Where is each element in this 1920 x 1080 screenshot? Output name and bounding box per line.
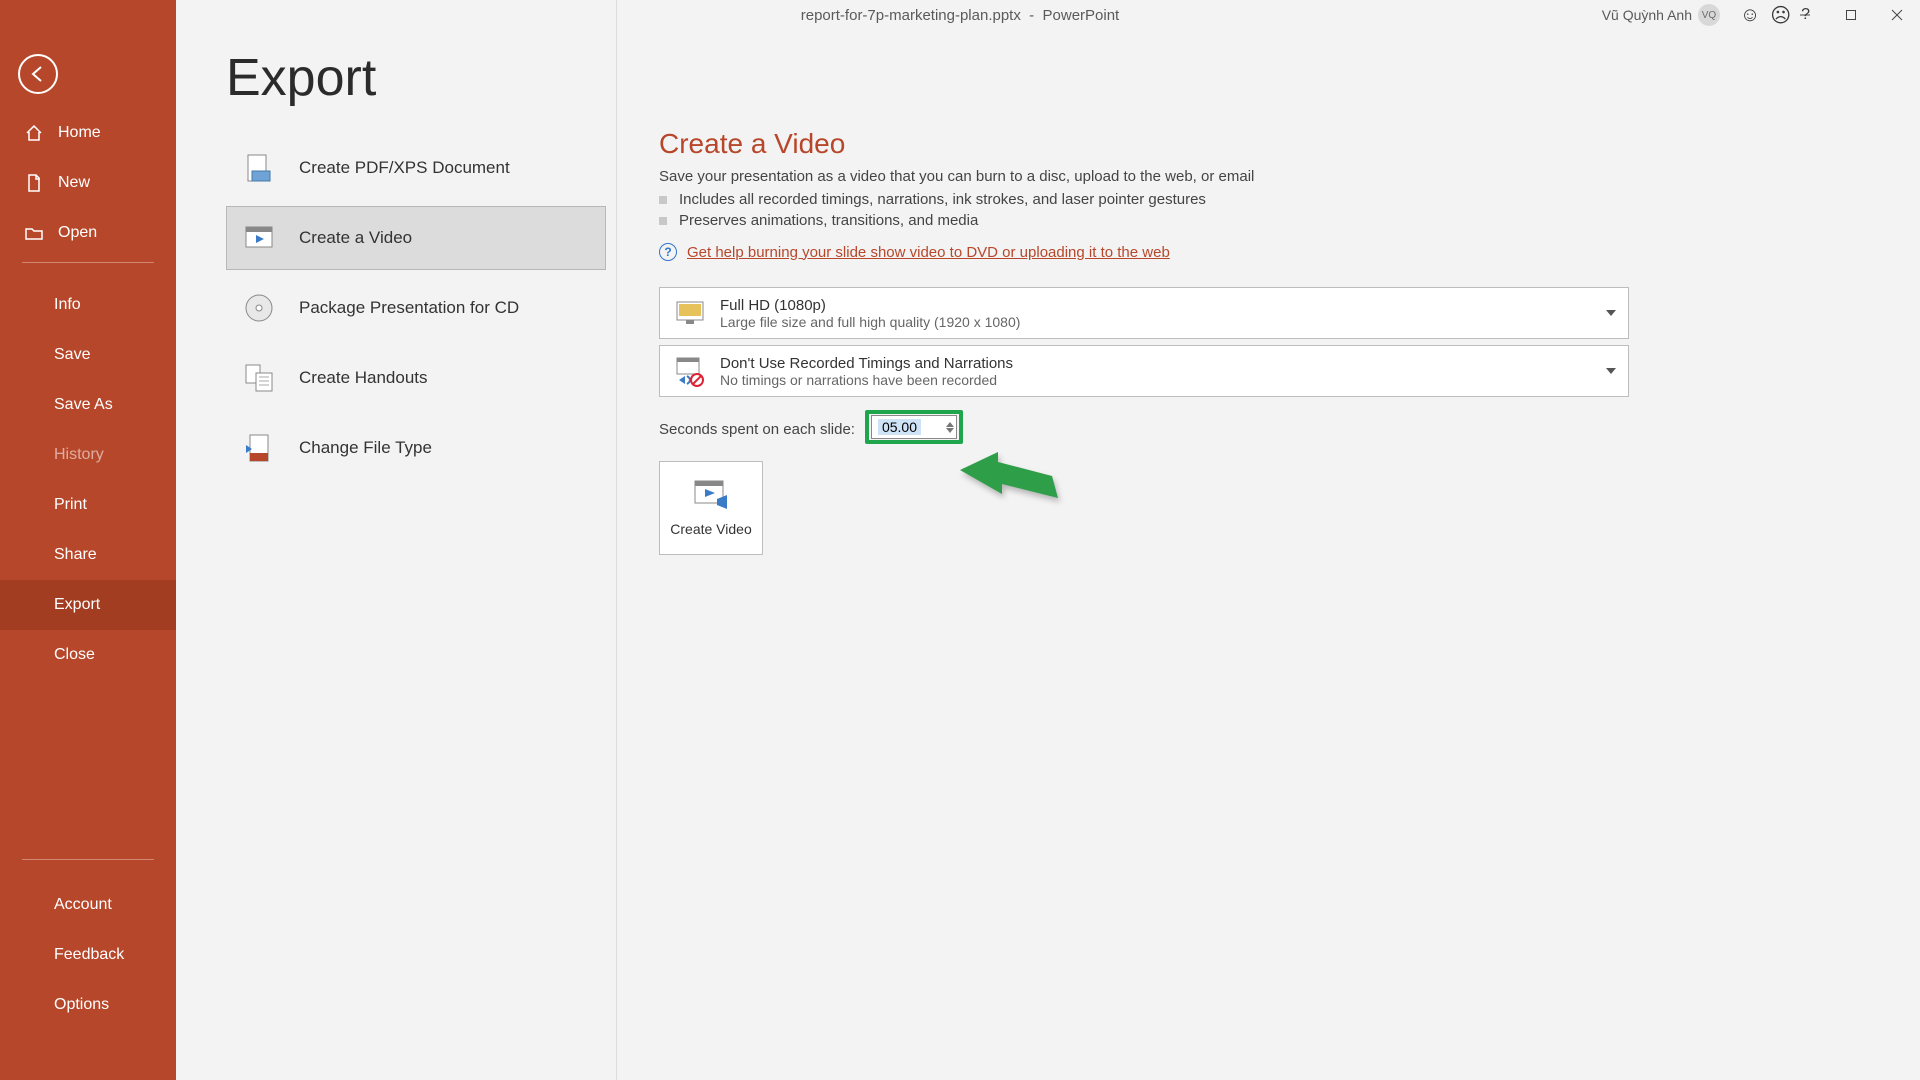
sidebar-item-label: Options xyxy=(54,996,109,1014)
export-option-pdf[interactable]: Create PDF/XPS Document xyxy=(226,136,606,200)
sidebar-separator xyxy=(22,859,154,860)
sidebar-item-label: History xyxy=(54,446,104,464)
sidebar-item-save-as[interactable]: Save As xyxy=(0,380,176,430)
export-options-column: Export Create PDF/XPS Document Create a … xyxy=(176,0,616,1080)
sidebar-item-label: Save xyxy=(54,346,90,364)
pane-heading: Create a Video xyxy=(659,128,1840,160)
sidebar-item-home[interactable]: Home xyxy=(0,108,176,158)
export-option-cd[interactable]: Package Presentation for CD xyxy=(226,276,606,340)
sidebar-item-label: Close xyxy=(54,646,95,664)
handout-icon xyxy=(241,360,277,396)
sidebar-item-close[interactable]: Close xyxy=(0,630,176,680)
sidebar-item-info[interactable]: Info xyxy=(0,280,176,330)
sidebar-item-label: Feedback xyxy=(54,946,124,964)
export-option-label: Change File Type xyxy=(299,438,432,458)
sidebar-item-history: History xyxy=(0,430,176,480)
sidebar-item-options[interactable]: Options xyxy=(0,980,176,1030)
export-option-label: Create Handouts xyxy=(299,368,428,388)
export-option-video[interactable]: Create a Video xyxy=(226,206,606,270)
sidebar-item-label: Open xyxy=(58,224,97,242)
narration-icon xyxy=(670,351,710,391)
seconds-per-slide-spinner[interactable]: 05.00 xyxy=(871,415,957,439)
sidebar-item-new[interactable]: New xyxy=(0,158,176,208)
home-icon xyxy=(24,123,44,143)
sidebar-item-print[interactable]: Print xyxy=(0,480,176,530)
pane-bullet: Includes all recorded timings, narration… xyxy=(659,191,1840,208)
backstage-sidebar: Home New Open Info Save Save As History … xyxy=(0,0,176,1080)
cd-icon xyxy=(241,290,277,326)
dropdown-title: Don't Use Recorded Timings and Narration… xyxy=(720,355,1013,372)
sidebar-item-label: New xyxy=(58,174,90,192)
sidebar-item-label: Export xyxy=(54,596,100,614)
help-info-icon: ? xyxy=(659,243,677,261)
export-option-filetype[interactable]: Change File Type xyxy=(226,416,606,480)
sidebar-item-save[interactable]: Save xyxy=(0,330,176,380)
chevron-down-icon xyxy=(1606,310,1616,316)
sidebar-item-feedback[interactable]: Feedback xyxy=(0,930,176,980)
sidebar-item-label: Share xyxy=(54,546,97,564)
video-icon xyxy=(241,220,277,256)
pane-bullet: Preserves animations, transitions, and m… xyxy=(659,212,1840,229)
sidebar-item-label: Home xyxy=(58,124,101,142)
avatar: VQ xyxy=(1698,4,1720,26)
sidebar-item-label: Print xyxy=(54,496,87,514)
page-title: Export xyxy=(226,48,376,108)
folder-open-icon xyxy=(24,223,44,243)
dropdown-subtitle: No timings or narrations have been recor… xyxy=(720,372,1013,388)
export-option-label: Package Presentation for CD xyxy=(299,298,519,318)
chevron-down-icon xyxy=(1606,368,1616,374)
window-close-button[interactable] xyxy=(1874,0,1920,30)
user-account-area[interactable]: Vũ Quỳnh Anh VQ xyxy=(1602,0,1720,30)
sidebar-item-label: Save As xyxy=(54,396,113,414)
window-minimize-button[interactable] xyxy=(1782,0,1828,30)
seconds-value: 05.00 xyxy=(878,419,921,435)
pane-description: Save your presentation as a video that y… xyxy=(659,168,1840,185)
sidebar-item-label: Info xyxy=(54,296,81,314)
video-quality-dropdown[interactable]: Full HD (1080p) Large file size and full… xyxy=(659,287,1629,339)
create-video-label: Create Video xyxy=(670,521,751,538)
export-option-label: Create PDF/XPS Document xyxy=(299,158,510,178)
export-option-label: Create a Video xyxy=(299,228,412,248)
annotation-arrow-icon xyxy=(960,450,1060,520)
monitor-icon xyxy=(670,293,710,333)
window-title: report-for-7p-marketing-plan.pptx - Powe… xyxy=(801,7,1119,24)
seconds-label: Seconds spent on each slide: xyxy=(659,421,855,438)
dropdown-subtitle: Large file size and full high quality (1… xyxy=(720,314,1020,330)
dropdown-title: Full HD (1080p) xyxy=(720,297,1020,314)
title-bar: report-for-7p-marketing-plan.pptx - Powe… xyxy=(0,0,1920,30)
user-name-label: Vũ Quỳnh Anh xyxy=(1602,7,1692,23)
create-video-button[interactable]: Create Video xyxy=(659,461,763,555)
timings-dropdown[interactable]: Don't Use Recorded Timings and Narration… xyxy=(659,345,1629,397)
spinner-down-icon[interactable] xyxy=(946,428,954,433)
create-video-pane: Create a Video Save your presentation as… xyxy=(616,0,1920,1080)
spinner-up-icon[interactable] xyxy=(946,422,954,427)
sidebar-item-export[interactable]: Export xyxy=(0,580,176,630)
filetype-icon xyxy=(241,430,277,466)
sidebar-item-share[interactable]: Share xyxy=(0,530,176,580)
sidebar-item-open[interactable]: Open xyxy=(0,208,176,258)
window-maximize-button[interactable] xyxy=(1828,0,1874,30)
pdf-icon xyxy=(241,150,277,186)
create-video-icon xyxy=(691,479,731,513)
help-link[interactable]: Get help burning your slide show video t… xyxy=(687,244,1170,261)
back-button[interactable] xyxy=(18,54,58,94)
new-doc-icon xyxy=(24,173,44,193)
sidebar-item-account[interactable]: Account xyxy=(0,880,176,930)
sidebar-item-label: Account xyxy=(54,896,112,914)
export-option-handouts[interactable]: Create Handouts xyxy=(226,346,606,410)
feedback-smile-icon[interactable]: ☺ xyxy=(1740,4,1760,27)
sidebar-separator xyxy=(22,262,154,263)
